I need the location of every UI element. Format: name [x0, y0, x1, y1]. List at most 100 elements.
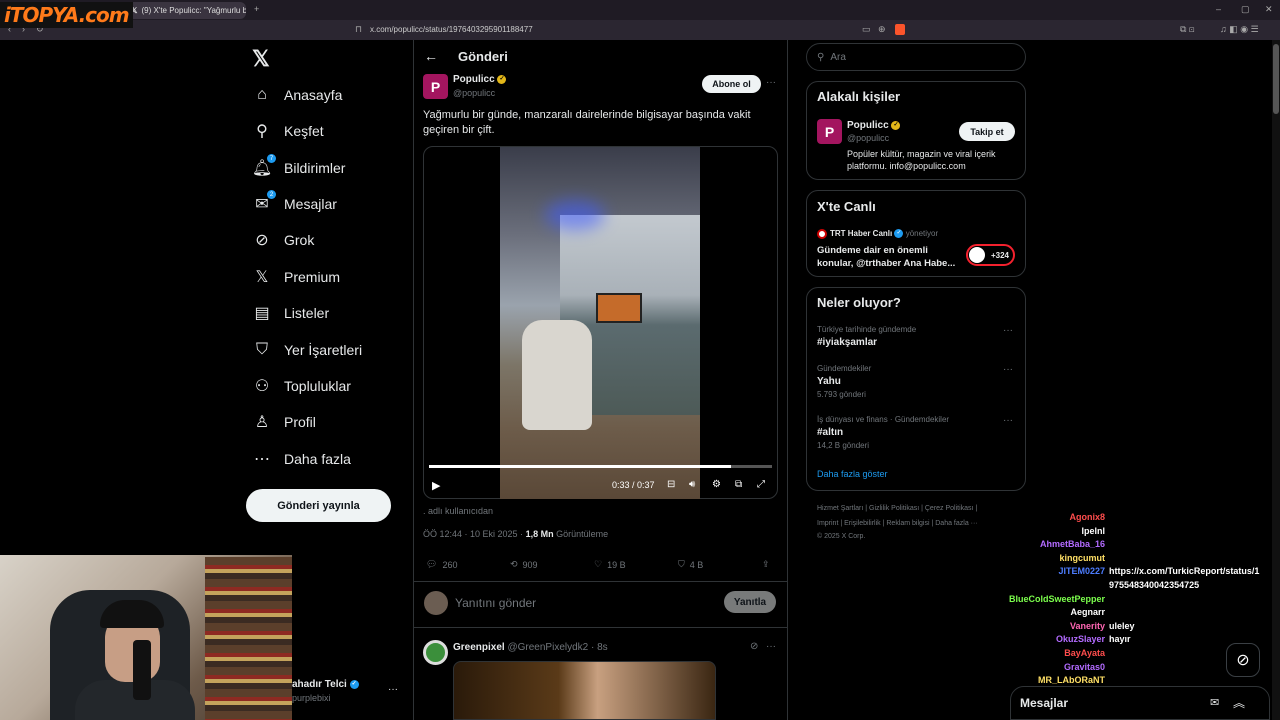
- screen-icon[interactable]: ▭: [862, 24, 871, 35]
- page-scrollbar[interactable]: [1272, 40, 1280, 720]
- volume-icon[interactable]: 🔊︎: [689, 479, 695, 490]
- reply-button[interactable]: Yanıtla: [724, 591, 776, 613]
- reply-author-handle[interactable]: @GreenPixelydk2 · 8s: [507, 642, 607, 653]
- live-host[interactable]: TRT Haber Canlı: [830, 229, 892, 238]
- chat-message: MR_LAbORaNT: [1038, 675, 1105, 685]
- post-text: Yağmurlu bir günde, manzaralı dairelerin…: [423, 109, 751, 136]
- post-button[interactable]: Gönderi yayınla: [246, 489, 391, 522]
- subscribe-button[interactable]: Abone ol: [702, 75, 761, 93]
- nav-item-lists[interactable]: ▤ Listeler: [252, 299, 329, 327]
- chat-message: Agonix8: [1069, 512, 1105, 522]
- brave-shield-icon[interactable]: [895, 24, 905, 35]
- reply-author-name[interactable]: Greenpixel: [453, 642, 505, 653]
- trend-name[interactable]: #altın: [817, 427, 843, 438]
- reply-input[interactable]: Yanıtını gönder: [455, 596, 536, 610]
- nav-label: Bildirimler: [284, 160, 346, 176]
- new-tab-icon[interactable]: +: [254, 4, 259, 14]
- repost-action[interactable]: ⟲ 909: [510, 559, 538, 570]
- trends-title: Neler oluyor?: [817, 295, 901, 310]
- video-attribution[interactable]: . adlı kullanıcıdan: [423, 506, 493, 516]
- nav-item-home[interactable]: ⌂ Anasayfa: [252, 81, 342, 109]
- author-avatar[interactable]: P: [423, 74, 448, 99]
- bookmark-action[interactable]: ⛉ 4 B: [678, 559, 703, 570]
- account-more-icon[interactable]: ···: [388, 684, 398, 695]
- nav-item-messages[interactable]: ✉ 2 Mesajlar: [252, 190, 337, 218]
- search-input[interactable]: Ara: [830, 52, 846, 63]
- collapse-chevron-icon[interactable]: ︽: [1233, 694, 1245, 711]
- account-handle[interactable]: purplebixi: [292, 693, 331, 703]
- extension-icon[interactable]: ⧉ ⊡: [1180, 24, 1195, 35]
- nav-item-bookmarks[interactable]: ⛉ Yer İşaretleri: [252, 336, 362, 364]
- scrollbar-thumb[interactable]: [1273, 44, 1279, 114]
- notification-badge: 7: [267, 154, 276, 163]
- fullscreen-icon[interactable]: ⤢: [757, 479, 765, 490]
- nav-item-grok[interactable]: ⊘ Grok: [252, 226, 314, 254]
- more-options-icon[interactable]: ···: [766, 641, 776, 652]
- related-bio: Popüler kültür, magazin ve viral içerik …: [847, 149, 996, 171]
- show-more-link[interactable]: Daha fazla göster: [817, 469, 888, 479]
- trend-name[interactable]: Yahu: [817, 376, 841, 387]
- chat-message: Vanerity: [1070, 621, 1105, 631]
- follow-button[interactable]: Takip et: [959, 122, 1015, 141]
- trend-more-icon[interactable]: ···: [1003, 364, 1013, 375]
- nav-item-profile[interactable]: ♙ Profil: [252, 408, 316, 436]
- nav-item-communities[interactable]: ⚇ Topluluklar: [252, 372, 351, 400]
- author-name-row[interactable]: Populicc ✓: [453, 74, 507, 85]
- new-message-icon[interactable]: ✉: [1210, 696, 1219, 709]
- listener-count: +324: [990, 250, 1009, 260]
- nav-item-explore[interactable]: ⚲ Keşfet: [252, 117, 324, 145]
- bookmark-page-icon[interactable]: ⊓: [355, 24, 362, 35]
- live-listeners[interactable]: +324: [966, 244, 1015, 266]
- related-handle[interactable]: @populicc: [847, 133, 889, 143]
- browser-tab[interactable]: 𝕏 (9) X'te Populicc: "Yağmurlu bir ✕: [126, 2, 246, 19]
- share-action[interactable]: ⇪: [762, 559, 770, 570]
- footer-links-1[interactable]: Hizmet Şartları | Gizlilik Politikası | …: [817, 505, 977, 512]
- trend-name[interactable]: #iyiakşamlar: [817, 337, 877, 348]
- nav-label: Topluluklar: [284, 378, 351, 394]
- grok-fab-icon[interactable]: ⊘: [1226, 643, 1260, 677]
- back-arrow-icon[interactable]: ←: [424, 48, 438, 64]
- minimize-icon[interactable]: –: [1216, 4, 1221, 14]
- pip-icon[interactable]: ⧉: [735, 479, 742, 490]
- maximize-icon[interactable]: ▢: [1241, 4, 1250, 15]
- reply-author-avatar[interactable]: [423, 640, 448, 665]
- zoom-icon[interactable]: ⊕: [878, 24, 886, 35]
- captions-icon[interactable]: ⊟: [667, 479, 675, 490]
- trend-more-icon[interactable]: ···: [1003, 415, 1013, 426]
- play-icon[interactable]: ▶: [432, 479, 440, 492]
- x-logo-icon[interactable]: 𝕏: [252, 46, 270, 72]
- trend-more-icon[interactable]: ···: [1003, 325, 1013, 336]
- account-name[interactable]: ahadır Telci: [292, 679, 347, 690]
- live-text[interactable]: Gündeme dair en önemli konular, @trthabe…: [817, 244, 962, 270]
- chat-username: Gravitas0: [1063, 661, 1105, 672]
- nav-item-more[interactable]: ⋯ Daha fazla: [252, 445, 351, 473]
- nav-item-premium[interactable]: 𝕏 Premium: [252, 263, 340, 291]
- reply-author-row[interactable]: Greenpixel @GreenPixelydk2 · 8s: [453, 642, 608, 653]
- chat-message: BlueColdSweetPepper: [1009, 594, 1105, 604]
- settings-gear-icon[interactable]: ⚙: [712, 479, 721, 490]
- reply-action[interactable]: 💬︎ 260: [426, 559, 457, 570]
- live-host-row[interactable]: TRT Haber Canlı ✓ yönetiyor: [830, 229, 938, 239]
- messages-drawer-title[interactable]: Mesajlar: [1020, 696, 1068, 710]
- reply-icon: 💬︎: [426, 559, 438, 569]
- related-avatar[interactable]: P: [817, 119, 842, 144]
- related-name[interactable]: Populicc: [847, 120, 889, 131]
- related-name-row[interactable]: Populicc ✓: [847, 120, 901, 131]
- window-close-icon[interactable]: ✕: [1265, 4, 1273, 15]
- url-field[interactable]: x.com/populicc/status/197640329590118847…: [370, 23, 910, 37]
- author-name[interactable]: Populicc: [453, 74, 495, 85]
- more-options-icon[interactable]: ···: [766, 77, 776, 88]
- media-icon[interactable]: ♫ ◧ ◉ ☰: [1220, 24, 1259, 35]
- related-title: Alakalı kişiler: [817, 89, 901, 104]
- account-name-row[interactable]: ahadır Telci ✓: [292, 679, 359, 690]
- nav-item-notifications[interactable]: 🔔︎ 7 Bildirimler: [252, 154, 345, 182]
- author-handle[interactable]: @populicc: [453, 88, 495, 98]
- grok-explain-icon[interactable]: ⊘: [750, 641, 758, 652]
- search-box[interactable]: ⚲ Ara: [806, 43, 1026, 71]
- like-action[interactable]: ♡ 19 B: [594, 559, 626, 570]
- reply-count: 260: [442, 559, 458, 570]
- nav-label: Keşfet: [284, 123, 324, 139]
- footer-links-2[interactable]: Imprint | Erişilebilirlik | Reklam bilgi…: [817, 520, 978, 527]
- post-timestamp[interactable]: ÖÖ 12:44 · 10 Eki 2025 ·: [423, 529, 526, 539]
- reply-media[interactable]: [453, 661, 716, 720]
